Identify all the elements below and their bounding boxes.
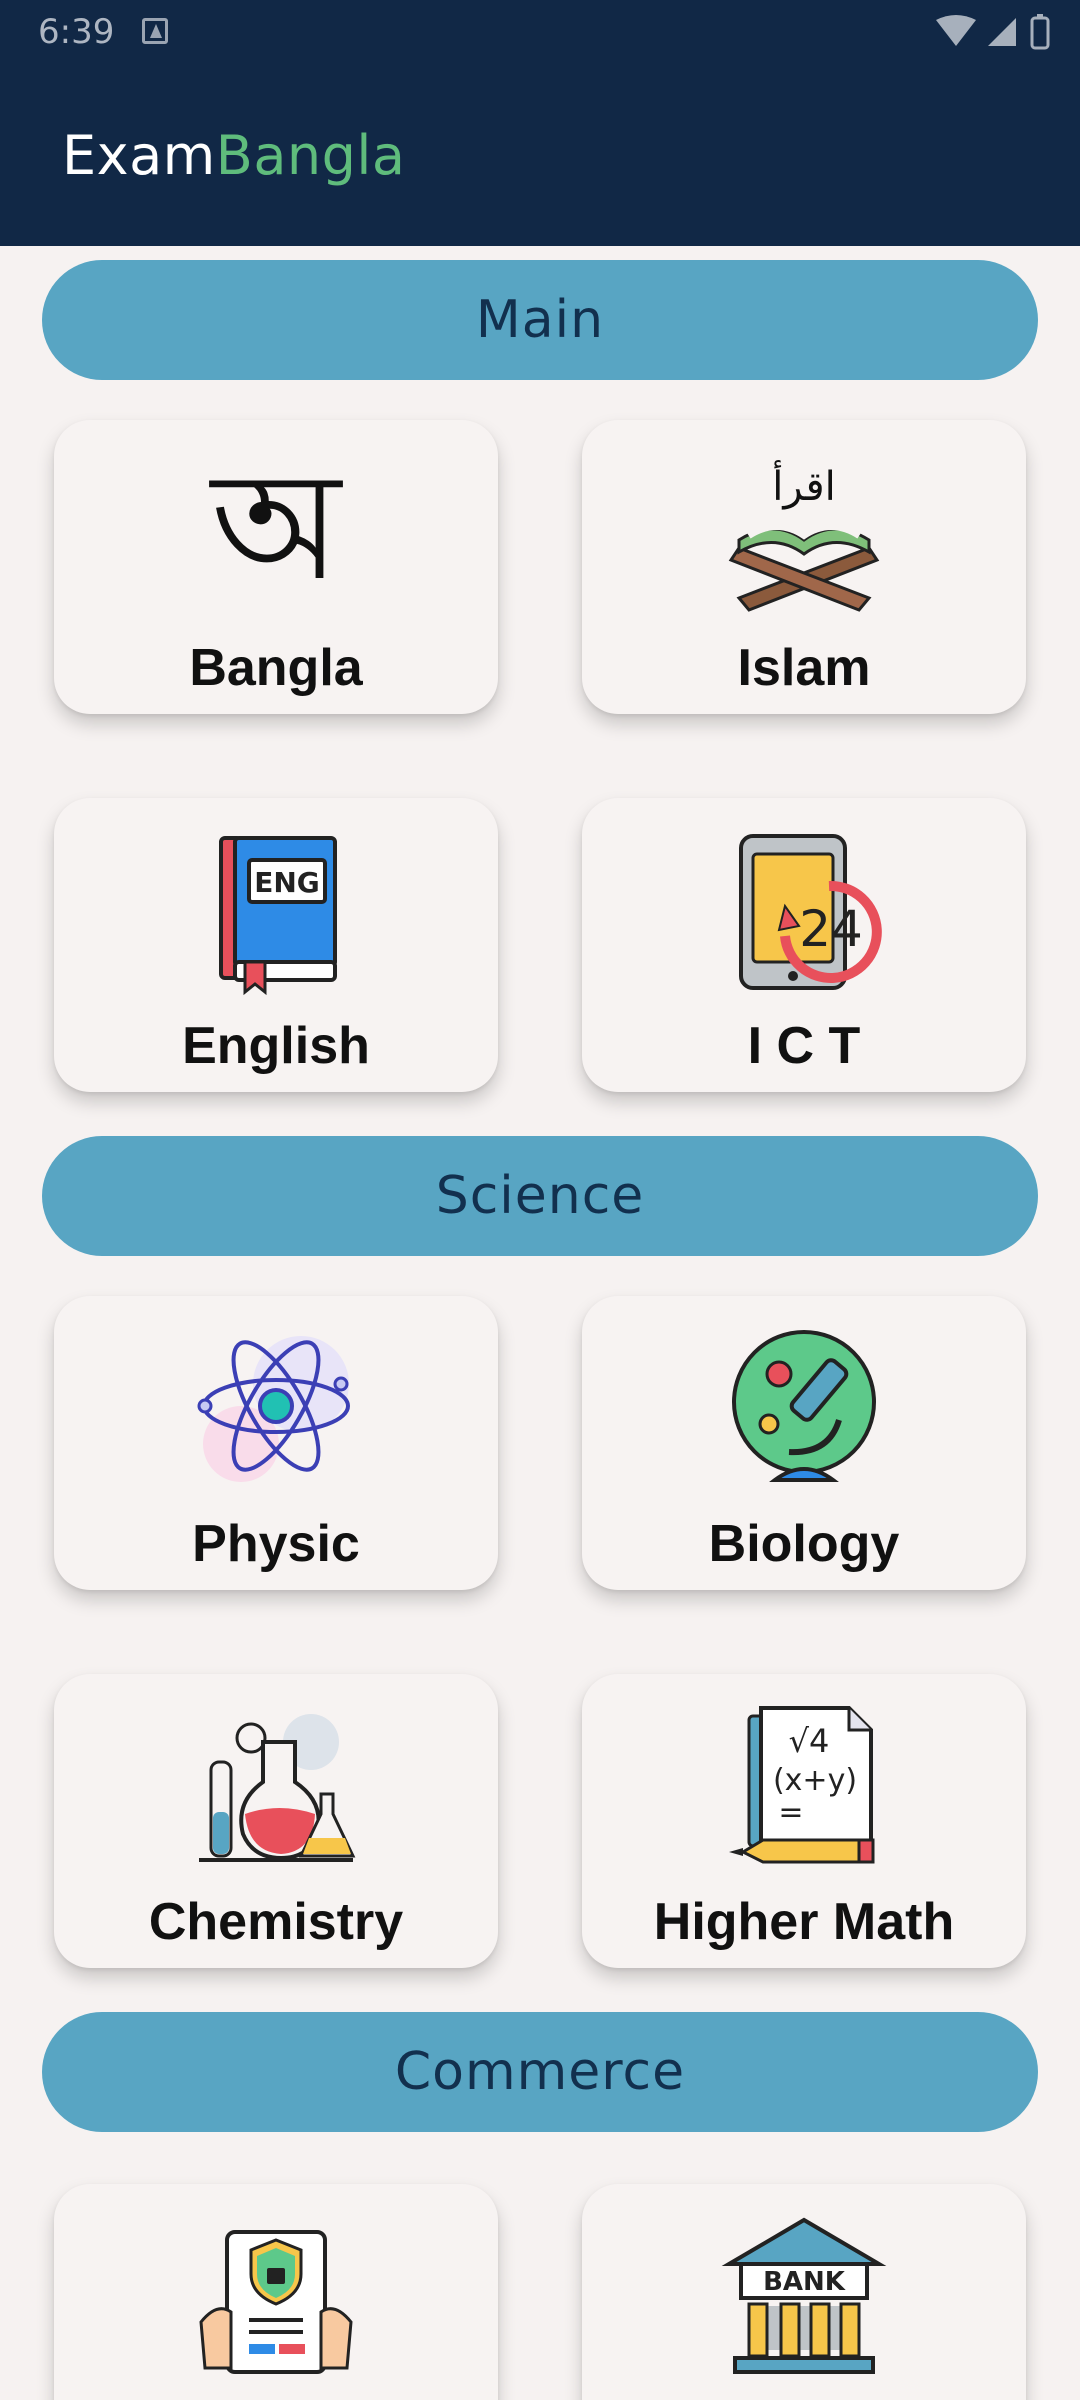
battery-icon [1030,16,1050,50]
card-label-chemistry: Chemistry [148,1893,404,1951]
math-paper-icon: √4 (x+y) = [719,1702,889,1872]
app-title-part1: Exam [62,124,216,187]
secure-document-icon [191,2212,361,2382]
section-header-science: Science [42,1136,1038,1256]
card-label-physic: Physic [192,1515,360,1573]
card-ict[interactable]: 24 I C T [582,798,1026,1092]
notification-icon [142,18,168,44]
svg-text:اقرأ: اقرأ [772,460,835,510]
card-label-english: English [182,1017,370,1075]
signal-icon [988,18,1016,46]
quran-stand-icon: اقرأ [719,448,889,618]
card-commerce-1[interactable] [54,2184,498,2400]
section-header-main: Main [42,260,1038,380]
app-title-part2: Bangla [215,124,406,187]
bank-building-icon: BANK [719,2212,889,2382]
svg-text:=: = [778,1795,803,1830]
card-label-biology: Biology [708,1515,900,1573]
card-label-bangla: Bangla [189,639,363,697]
svg-text:√4: √4 [789,1722,830,1760]
atom-icon [191,1324,361,1494]
svg-text:(x+y): (x+y) [773,1763,857,1798]
phone-24-icon: 24 [719,826,889,996]
wifi-icon [936,15,976,46]
svg-text:BANK: BANK [763,2267,846,2297]
status-time: 6:39 [38,12,115,52]
microscope-icon [719,1324,889,1494]
card-label-ict: I C T [747,1017,861,1075]
card-commerce-2[interactable]: BANK [582,2184,1026,2400]
lab-flasks-icon [191,1702,361,1872]
status-bar: 6:39 [0,0,1080,64]
card-physic[interactable]: Physic [54,1296,498,1590]
card-label-higher-math: Higher Math [653,1893,955,1951]
svg-text:অ: অ [209,448,343,614]
app-bar: ExamBangla [0,64,1080,246]
card-label-islam: Islam [737,639,871,697]
bangla-letter-icon: অ [191,448,361,618]
card-islam[interactable]: اقرأ Islam [582,420,1026,714]
svg-text:24: 24 [799,900,863,958]
card-english[interactable]: ENG English [54,798,498,1092]
card-biology[interactable]: Biology [582,1296,1026,1590]
card-higher-math[interactable]: √4 (x+y) = Higher Math [582,1674,1026,1968]
svg-text:ENG: ENG [254,866,320,899]
section-header-commerce: Commerce [42,2012,1038,2132]
english-book-icon: ENG [191,826,361,996]
card-chemistry[interactable]: Chemistry [54,1674,498,1968]
app-title: ExamBangla [62,124,406,187]
status-icons [936,14,1050,50]
card-bangla[interactable]: অ Bangla [54,420,498,714]
